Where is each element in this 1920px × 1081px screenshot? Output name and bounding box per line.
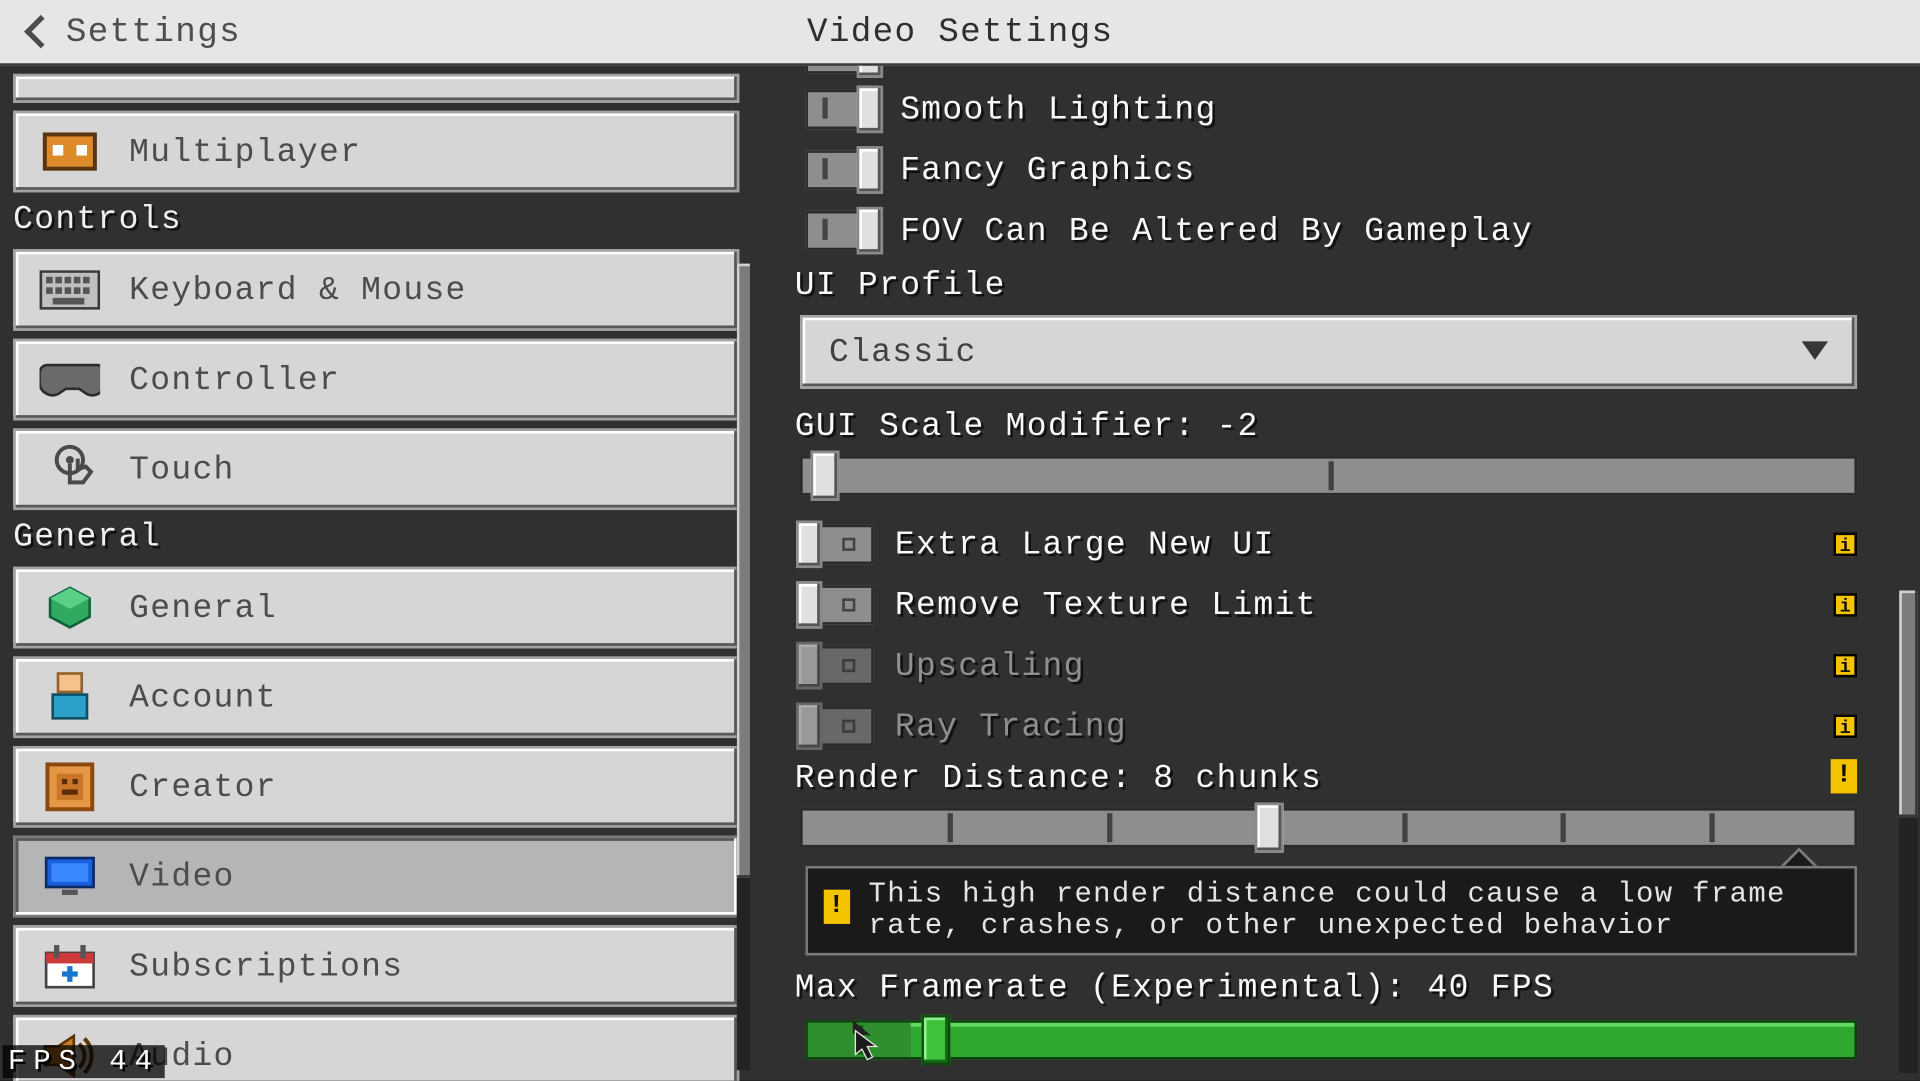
- gui-scale-title: GUI Scale Modifier: -2: [795, 407, 1259, 445]
- sidebar-item-label: Video: [129, 857, 234, 895]
- main-panel: Smooth Lighting Fancy Graphics FOV Can B…: [750, 66, 1920, 1081]
- toggle-label: Fancy Graphics: [900, 151, 1195, 189]
- sidebar-item-peek[interactable]: [13, 74, 739, 103]
- back-icon[interactable]: [24, 15, 58, 49]
- sidebar-item-touch[interactable]: Touch: [13, 428, 739, 510]
- sidebar-item-subscriptions[interactable]: Subscriptions: [13, 925, 739, 1007]
- sidebar-scrollbar-thumb[interactable]: [737, 264, 750, 878]
- sidebar-item-creator[interactable]: Creator: [13, 746, 739, 828]
- toggle-label: Upscaling: [895, 646, 1085, 684]
- render-distance-title: Render Distance: 8 chunks: [795, 759, 1322, 797]
- render-distance-warning: ! This high render distance could cause …: [805, 866, 1857, 956]
- gui-scale-slider[interactable]: [800, 456, 1857, 496]
- toggle-fov-gameplay[interactable]: [805, 211, 879, 251]
- toggle-label: Remove Texture Limit: [895, 586, 1317, 624]
- render-distance-slider[interactable]: [800, 808, 1857, 848]
- top-bar: Settings Video Settings: [0, 0, 1920, 66]
- back-label[interactable]: Settings: [66, 12, 241, 52]
- warning-icon: !: [824, 890, 850, 924]
- sidebar-item-label: General: [129, 588, 277, 626]
- sidebar-item-account[interactable]: Account: [13, 656, 739, 738]
- sidebar-scrollbar[interactable]: [737, 264, 750, 1071]
- warning-text: This high render distance could cause a …: [869, 878, 1786, 943]
- chevron-down-icon: [1802, 341, 1828, 359]
- ui-profile-title: UI Profile: [795, 266, 1006, 304]
- warning-icon[interactable]: !: [1831, 759, 1857, 793]
- general-icon: [40, 577, 101, 638]
- creator-icon: [40, 757, 101, 818]
- toggle-label: FOV Can Be Altered By Gameplay: [900, 212, 1533, 250]
- toggle-upscaling: [800, 646, 874, 686]
- sidebar-item-label: Multiplayer: [129, 132, 361, 170]
- main-scrollbar-thumb[interactable]: [1899, 590, 1917, 817]
- section-general: General: [13, 518, 739, 556]
- sidebar-item-video[interactable]: Video: [13, 836, 739, 918]
- info-icon[interactable]: i: [1833, 714, 1857, 738]
- sidebar-item-label: Creator: [129, 768, 277, 806]
- subscriptions-icon: [40, 936, 101, 997]
- sidebar-item-label: Subscriptions: [129, 947, 403, 985]
- fps-overlay: FPS 44: [3, 1045, 165, 1078]
- controller-icon: [40, 349, 101, 410]
- sidebar-item-controller[interactable]: Controller: [13, 339, 739, 421]
- sidebar: Multiplayer Controls Keyboard & Mouse Co…: [0, 66, 750, 1081]
- toggle-ray-tracing: [800, 706, 874, 746]
- page-title: Video Settings: [0, 12, 1920, 52]
- ui-profile-value: Classic: [829, 333, 977, 371]
- ui-profile-dropdown[interactable]: Classic: [800, 315, 1857, 389]
- toggle-remove-texture-limit[interactable]: [800, 585, 874, 625]
- info-icon[interactable]: i: [1833, 654, 1857, 678]
- main-scrollbar[interactable]: [1899, 590, 1917, 1072]
- touch-icon: [40, 439, 101, 500]
- multiplayer-icon: [40, 121, 101, 182]
- sidebar-item-keyboard-mouse[interactable]: Keyboard & Mouse: [13, 249, 739, 331]
- sidebar-item-general[interactable]: General: [13, 567, 739, 649]
- section-controls: Controls: [13, 200, 739, 238]
- cursor-icon: [853, 1028, 874, 1057]
- video-icon: [40, 846, 101, 907]
- tooltip-arrow-icon: [1781, 847, 1818, 865]
- max-framerate-slider[interactable]: [805, 1020, 1857, 1060]
- content-area: Multiplayer Controls Keyboard & Mouse Co…: [0, 66, 1920, 1081]
- account-icon: [40, 667, 101, 728]
- toggle-extra-large-ui[interactable]: [800, 525, 874, 565]
- sidebar-item-label: Controller: [129, 360, 340, 398]
- toggle-smooth-lighting[interactable]: [805, 90, 879, 130]
- toggle-label: Extra Large New UI: [895, 525, 1275, 563]
- sidebar-item-multiplayer[interactable]: Multiplayer: [13, 111, 739, 193]
- sidebar-item-label: Touch: [129, 450, 234, 488]
- toggle-label: Ray Tracing: [895, 707, 1127, 745]
- toggle-label: Smooth Lighting: [900, 90, 1216, 128]
- toggle-fancy-graphics[interactable]: [805, 150, 879, 190]
- keyboard-icon: [40, 260, 101, 321]
- max-framerate-title: Max Framerate (Experimental): 40 FPS: [795, 969, 1554, 1007]
- sidebar-item-label: Keyboard & Mouse: [129, 271, 466, 309]
- info-icon[interactable]: i: [1833, 532, 1857, 556]
- sidebar-item-label: Account: [129, 678, 277, 716]
- info-icon[interactable]: i: [1833, 593, 1857, 617]
